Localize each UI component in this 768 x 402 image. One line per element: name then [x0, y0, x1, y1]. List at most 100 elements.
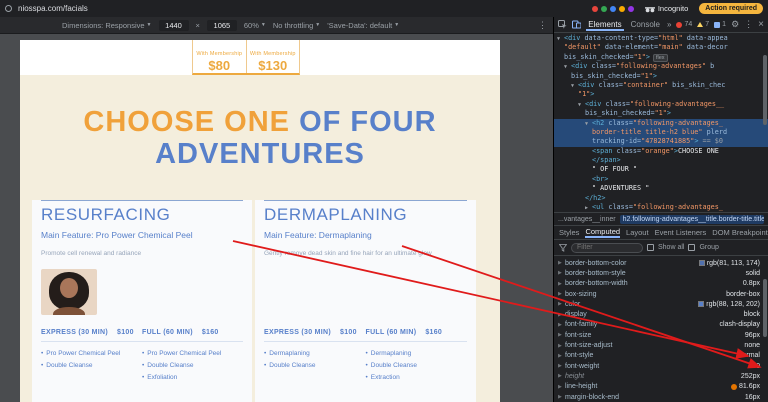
flex-badge[interactable]: flex: [652, 53, 668, 62]
expand-arrow-icon[interactable]: ▶: [558, 291, 565, 297]
computed-property-row[interactable]: ▶ border-bottom-width 0.8px: [554, 279, 768, 289]
dom-tree-node[interactable]: tracking-id="47828741885"> == $0: [554, 137, 768, 147]
tab-styles[interactable]: Styles: [559, 228, 579, 237]
site-info-icon[interactable]: [5, 5, 12, 12]
dom-tree-node[interactable]: bis_skin_checked="1">: [554, 109, 768, 118]
expand-arrow-icon[interactable]: ▶: [558, 301, 565, 307]
url-text[interactable]: niosspa.com/facials: [18, 4, 88, 13]
color-swatch[interactable]: [698, 301, 705, 308]
computed-property-row[interactable]: ▶ height 252px: [554, 371, 768, 381]
computed-property-row[interactable]: ▶ border-bottom-color rgb(81, 113, 174): [554, 258, 768, 268]
expand-arrow-icon[interactable]: ▶: [558, 373, 565, 379]
show-all-label: Show all: [658, 244, 685, 251]
dom-tree-node[interactable]: "1">: [554, 90, 768, 99]
tab-event-listeners[interactable]: Event Listeners: [655, 228, 707, 237]
device-toolbar-menu-icon[interactable]: ⋮: [538, 20, 547, 31]
computed-property-row[interactable]: ▶ font-style normal: [554, 351, 768, 361]
warning-count-badge[interactable]: 7: [697, 21, 709, 28]
computed-property-row[interactable]: ▶ color rgb(88, 128, 202): [554, 299, 768, 309]
viewport-height-input[interactable]: [206, 19, 237, 31]
dom-tree-node[interactable]: "default" data-element="main" data-decor: [554, 43, 768, 52]
extension-icon[interactable]: [609, 5, 616, 12]
computed-property-row[interactable]: ▶ display block: [554, 309, 768, 319]
save-data-dropdown[interactable]: 'Save-Data': default ▼: [327, 21, 399, 30]
computed-property-row[interactable]: ▶ font-size 96px: [554, 330, 768, 340]
dom-tree-token: class=: [587, 62, 617, 71]
dom-tree-node[interactable]: " ADVENTURES ": [554, 184, 768, 193]
dom-tree-node[interactable]: </h2>: [554, 194, 768, 203]
dom-tree-node[interactable]: ▼ <div data-content-type="html" data-appe…: [554, 34, 768, 43]
tab-computed[interactable]: Computed: [585, 227, 620, 238]
breadcrumb-parent[interactable]: ...vantages__inner: [558, 216, 616, 223]
expand-arrow-icon[interactable]: ▶: [558, 270, 565, 276]
settings-gear-icon[interactable]: ⚙: [731, 20, 739, 29]
show-all-checkbox[interactable]: [647, 244, 654, 251]
dom-tree-node[interactable]: border-title title-h2 blue" plerd: [554, 127, 768, 138]
close-devtools-icon[interactable]: ×: [758, 19, 764, 30]
tab-dom-breakpoints[interactable]: DOM Breakpoints: [712, 228, 768, 237]
computed-property-row[interactable]: ▶ font-weight 500: [554, 361, 768, 371]
expand-arrow-icon[interactable]: ▶: [558, 260, 565, 266]
breadcrumb-selected[interactable]: h2.following-advantages__title.border-ti…: [619, 214, 764, 224]
extension-icon[interactable]: [600, 5, 607, 12]
expand-arrow-icon[interactable]: ▶: [558, 322, 565, 328]
extension-icon[interactable]: [591, 5, 598, 12]
dom-tree-node[interactable]: ▼ <div class="following-advantages__: [554, 100, 768, 109]
dom-tree-node[interactable]: ▼ <div class="container" bis_skin_chec: [554, 81, 768, 90]
computed-property-row[interactable]: ▶ border-bottom-style solid: [554, 268, 768, 278]
dom-tree-node[interactable]: <span class="orange">CHOOSE ONE: [554, 147, 768, 156]
expand-arrow-icon[interactable]: ▶: [558, 332, 565, 338]
dom-tree-node[interactable]: ▼ <div class="following-advantages" b: [554, 62, 768, 71]
tree-scrollbar[interactable]: [763, 55, 767, 125]
dom-tree-node[interactable]: <br>: [554, 175, 768, 184]
computed-property-row[interactable]: ▶ margin-block-end 16px: [554, 392, 768, 402]
throttling-dropdown[interactable]: No throttling ▼: [273, 21, 320, 30]
action-required-button[interactable]: Action required: [699, 3, 763, 14]
expand-arrow-icon[interactable]: ▶: [558, 281, 565, 287]
dom-tree-node[interactable]: ▶ <ul class="following-advantages_: [554, 203, 768, 212]
expand-arrow-icon[interactable]: ▶: [558, 363, 565, 369]
dom-tree-node[interactable]: bis_skin_checked="1">: [554, 72, 768, 81]
tab-elements[interactable]: Elements: [586, 18, 623, 31]
extension-icon[interactable]: [627, 5, 634, 12]
expand-arrow-icon[interactable]: ▶: [558, 353, 565, 359]
dom-tree-node[interactable]: " OF FOUR ": [554, 165, 768, 174]
dom-tree-token: "main": [658, 43, 683, 52]
tab-layout[interactable]: Layout: [626, 228, 649, 237]
expand-arrow-icon[interactable]: ▶: [558, 394, 565, 400]
dom-tree-node[interactable]: ▼ <h2 class="following-advantages_: [554, 118, 768, 128]
heading-orange-text: CHOOSE ONE: [83, 106, 291, 138]
devtools-menu-icon[interactable]: ⋮: [744, 20, 753, 29]
zoom-dropdown[interactable]: 60% ▼: [244, 21, 266, 30]
error-count-badge[interactable]: 74: [676, 21, 692, 28]
group-checkbox[interactable]: [688, 244, 696, 251]
computed-scrollbar[interactable]: [763, 279, 767, 337]
color-swatch[interactable]: [698, 260, 705, 267]
dom-tree-token: <div: [585, 99, 602, 108]
dom-tree-node[interactable]: </span>: [554, 156, 768, 165]
card-description: Gently remove dead skin and fine hair fo…: [264, 250, 432, 257]
service-list-item: • Double Cleanse: [41, 362, 93, 369]
dom-tree-token: "1": [578, 90, 591, 99]
dom-tree-token: tracking-id=: [592, 137, 642, 146]
tab-console[interactable]: Console: [629, 18, 662, 31]
property-value: none: [744, 342, 760, 350]
computed-filter-input[interactable]: [571, 242, 643, 253]
computed-property-row[interactable]: ▶ font-size-adjust none: [554, 340, 768, 350]
extension-icon[interactable]: [618, 5, 625, 12]
dom-tree-token: plerd: [702, 127, 728, 136]
device-toolbar-toggle-icon[interactable]: [571, 20, 582, 29]
expand-arrow-icon[interactable]: ▶: [558, 312, 565, 318]
expand-arrow-icon[interactable]: ▶: [558, 343, 565, 349]
viewport-width-input[interactable]: [158, 19, 189, 31]
dom-tree-node[interactable]: bis_skin_checked="1"> flex: [554, 53, 768, 62]
more-tabs-icon[interactable]: »: [667, 20, 671, 29]
issues-count-badge[interactable]: 1: [714, 21, 726, 28]
inspect-element-icon[interactable]: [558, 20, 567, 29]
dimensions-dropdown[interactable]: Dimensions: Responsive ▼: [62, 21, 152, 30]
dom-tree-token: class=: [601, 99, 631, 108]
computed-property-row[interactable]: ▶ font-family clash-display: [554, 320, 768, 330]
computed-property-row[interactable]: ▶ line-height 81.6px: [554, 382, 768, 392]
computed-property-row[interactable]: ▶ box-sizing border-box: [554, 289, 768, 299]
expand-arrow-icon[interactable]: ▶: [558, 384, 565, 390]
